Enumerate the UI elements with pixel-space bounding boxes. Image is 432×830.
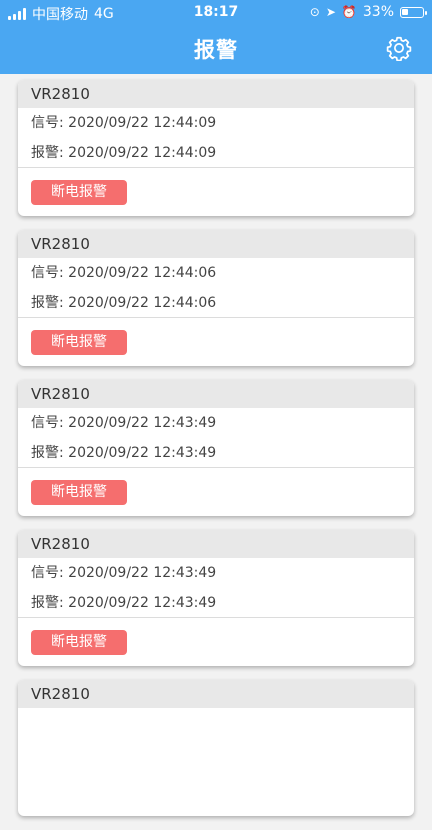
location-icon: ➤: [325, 5, 336, 19]
signal-row: 信号: 2020/09/22 12:43:49: [18, 558, 414, 588]
alarm-label: 报警:: [31, 595, 64, 611]
device-name: VR2810: [18, 230, 414, 258]
alarm-row: 报警: 2020/09/22 12:44:09: [18, 138, 414, 168]
alarm-card: VR2810 信号: 2020/09/22 12:43:49 报警: 2020/…: [18, 530, 414, 666]
alarm-label: 报警:: [31, 295, 64, 311]
power-off-alarm-button[interactable]: 断电报警: [31, 329, 127, 355]
signal-time: 2020/09/22 12:44:06: [68, 265, 217, 281]
power-off-alarm-button[interactable]: 断电报警: [31, 479, 127, 505]
power-off-alarm-button[interactable]: 断电报警: [31, 629, 127, 655]
alarm-time: 2020/09/22 12:44:06: [68, 295, 217, 311]
alarm-time: 2020/09/22 12:44:09: [68, 145, 217, 161]
signal-row: 信号: 2020/09/22 12:43:49: [18, 408, 414, 438]
battery-percent: 33%: [362, 4, 394, 20]
alarm-row: 报警: 2020/09/22 12:43:49: [18, 438, 414, 468]
status-bar: 中国移动 4G 18:17 ⊙ ➤ ⏰ 33%: [0, 0, 432, 24]
app-header: 中国移动 4G 18:17 ⊙ ➤ ⏰ 33% 报警: [0, 0, 432, 74]
power-off-alarm-button[interactable]: 断电报警: [31, 179, 127, 205]
device-name: VR2810: [18, 530, 414, 558]
card-actions: 断电报警: [18, 168, 414, 216]
signal-time: 2020/09/22 12:43:49: [68, 565, 217, 581]
alarm-card: VR2810 信号: 2020/09/22 12:44:06 报警: 2020/…: [18, 230, 414, 366]
page-title: 报警: [194, 38, 238, 62]
card-actions: 断电报警: [18, 318, 414, 366]
device-name: VR2810: [18, 680, 414, 708]
alarm-label: 报警:: [31, 445, 64, 461]
alarm-row: 报警: 2020/09/22 12:44:06: [18, 288, 414, 318]
battery-fill: [402, 8, 408, 15]
alarm-list[interactable]: VR2810 信号: 2020/09/22 12:44:09 报警: 2020/…: [18, 80, 414, 830]
alarm-time: 2020/09/22 12:43:49: [68, 595, 217, 611]
card-actions: 断电报警: [18, 618, 414, 666]
alarm-label: 报警:: [31, 145, 64, 161]
gear-icon[interactable]: [386, 35, 412, 61]
signal-label: 信号:: [31, 415, 64, 431]
signal-label: 信号:: [31, 115, 64, 131]
signal-label: 信号:: [31, 565, 64, 581]
signal-label: 信号:: [31, 265, 64, 281]
alarm-card: VR2810 信号: 2020/09/22 12:43:49 报警: 2020/…: [18, 380, 414, 516]
device-name: VR2810: [18, 380, 414, 408]
alarm-row: 报警: 2020/09/22 12:43:49: [18, 588, 414, 618]
alarm-time: 2020/09/22 12:43:49: [68, 445, 217, 461]
signal-row: 信号: 2020/09/22 12:44:09: [18, 108, 414, 138]
alarm-clock-icon: ⏰: [341, 5, 357, 19]
signal-time: 2020/09/22 12:43:49: [68, 415, 217, 431]
status-right: ⊙ ➤ ⏰ 33%: [309, 4, 427, 20]
device-name: VR2810: [18, 80, 414, 108]
alarm-card-partial: VR2810: [18, 680, 414, 816]
alarm-card: VR2810 信号: 2020/09/22 12:44:09 报警: 2020/…: [18, 80, 414, 216]
signal-row: 信号: 2020/09/22 12:44:06: [18, 258, 414, 288]
card-actions: 断电报警: [18, 468, 414, 516]
signal-time: 2020/09/22 12:44:09: [68, 115, 217, 131]
battery-icon: [400, 6, 427, 18]
orientation-lock-icon: ⊙: [309, 5, 320, 19]
